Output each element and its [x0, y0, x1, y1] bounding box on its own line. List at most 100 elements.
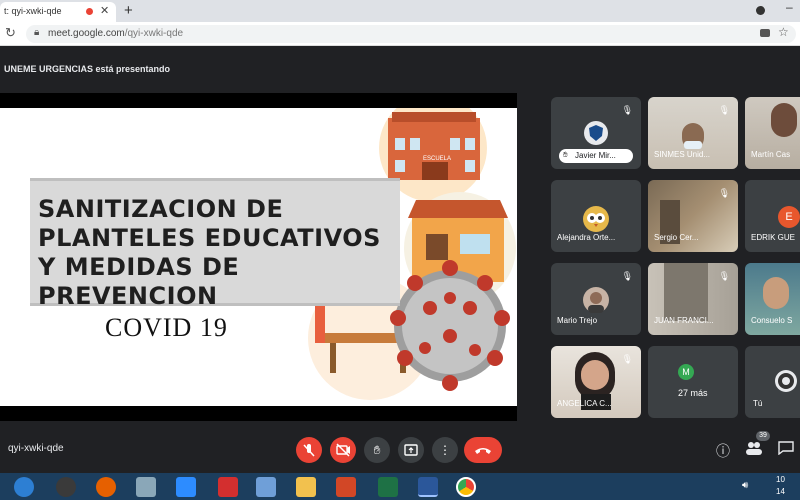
minimize-button[interactable]: – — [786, 0, 793, 14]
participant-name: Martín Cas — [751, 150, 791, 159]
slide-title-box: SANITIZACION DE PLANTELES EDUCATIVOS Y M… — [30, 178, 400, 310]
participant-name: Alejandra Orte... — [557, 233, 616, 242]
people-button[interactable] — [746, 441, 762, 458]
avatar: E — [778, 206, 800, 228]
meeting-details-button[interactable]: ⓘ — [716, 441, 730, 461]
logo-icon — [778, 373, 794, 389]
chat-button[interactable] — [778, 441, 794, 458]
self-tile[interactable]: Tú — [745, 346, 800, 418]
owl-icon — [587, 213, 605, 227]
mic-off-icon: 🎙︎ — [621, 271, 633, 281]
mic-off-icon: 🎙︎ — [718, 271, 730, 281]
participant-tile[interactable]: 🎙︎ JUAN FRANCI... — [648, 263, 738, 335]
url-host: meet.google.com — [48, 28, 125, 39]
participant-tile[interactable]: Martín Cas — [745, 97, 800, 169]
participant-figure — [771, 103, 797, 137]
browser-tab-bar: t: qyi-xwki-qde ✕ + – — [0, 0, 800, 22]
new-tab-button[interactable]: + — [124, 2, 133, 19]
camera-toggle-button[interactable] — [330, 437, 356, 463]
powerpoint-icon[interactable] — [336, 477, 356, 497]
slide-title: SANITIZACION DE PLANTELES EDUCATIVOS Y M… — [38, 195, 381, 310]
zoom-icon[interactable] — [176, 477, 196, 497]
slide-subtitle: COVID 19 — [105, 313, 228, 342]
chat-icon — [778, 441, 794, 456]
participant-name: Mario Trejo — [557, 316, 598, 325]
participant-tile[interactable]: E EDRIK GUE — [745, 180, 800, 252]
word-icon[interactable] — [418, 477, 438, 497]
participant-name: Consuelo S — [751, 316, 793, 325]
participant-figure — [763, 277, 789, 309]
present-button[interactable] — [398, 437, 424, 463]
files-icon[interactable] — [136, 477, 156, 497]
participant-tile[interactable]: 🎙︎ ✋︎ Javier Mir... — [551, 97, 641, 169]
lock-icon[interactable]: 🔒︎ — [34, 27, 39, 38]
more-count: 27 más — [678, 388, 708, 398]
avatar — [583, 287, 609, 313]
presenting-banner: UNEME URGENCIAS está presentando — [4, 64, 171, 74]
url-path: /qyi-xwki-qde — [124, 28, 184, 39]
mic-off-icon: 🎙︎ — [621, 354, 633, 364]
close-tab-icon[interactable]: ✕ — [100, 4, 109, 17]
background-door — [664, 263, 708, 321]
browser-tab[interactable]: t: qyi-xwki-qde ✕ — [0, 2, 116, 22]
leave-call-button[interactable] — [464, 437, 502, 463]
mic-off-icon — [303, 444, 315, 457]
participant-tile[interactable]: 🎙︎ ANGELICA C... — [551, 346, 641, 418]
presentation-area[interactable]: ESCUELA SANITIZACION DE PLANTELES EDUCAT… — [0, 93, 517, 421]
bookmark-star-icon[interactable]: ☆ — [778, 25, 789, 39]
mic-off-icon: 🎙︎ — [718, 105, 730, 115]
more-participants-tile[interactable]: M 27 más — [648, 346, 738, 418]
shield-icon — [589, 125, 603, 141]
raise-hand-button[interactable]: ✋︎ — [364, 437, 390, 463]
os-taskbar: 🔊︎ 10 14 — [0, 473, 800, 500]
omnibox[interactable]: 🔒︎ meet.google.com/qyi-xwki-qde ☆ — [26, 25, 796, 43]
more-options-button[interactable]: ⋮ — [432, 437, 458, 463]
paint-icon[interactable] — [256, 477, 276, 497]
meeting-code: qyi-xwki-qde — [8, 443, 64, 454]
mic-off-icon: 🎙︎ — [621, 105, 633, 115]
mic-off-icon: 🎙︎ — [718, 188, 730, 198]
download-app-icon[interactable] — [56, 477, 76, 497]
profile-icon[interactable] — [756, 6, 765, 15]
meet-header: UNEME URGENCIAS está presentando — [0, 46, 800, 92]
hang-up-icon — [475, 448, 491, 454]
volume-icon[interactable]: 🔊︎ — [742, 480, 748, 491]
participant-tile[interactable]: 🎙︎ Sergio Cer... — [648, 180, 738, 252]
hand-icon: ✋︎ — [373, 443, 381, 457]
slide: ESCUELA SANITIZACION DE PLANTELES EDUCAT… — [0, 108, 517, 406]
reload-icon[interactable]: ↻ — [5, 25, 16, 41]
participant-tile[interactable]: 🎙︎ Mario Trejo — [551, 263, 641, 335]
school-sign: ESCUELA — [423, 156, 451, 162]
participant-name: SINMES Unid... — [654, 150, 711, 159]
edge-icon[interactable] — [14, 477, 34, 497]
avatar — [583, 206, 609, 232]
avatar — [584, 121, 608, 145]
raised-hand-chip: ✋︎ Javier Mir... — [559, 149, 633, 163]
tab-title: t: qyi-xwki-qde — [4, 6, 62, 16]
pdf-reader-icon[interactable] — [218, 477, 238, 497]
participant-name: EDRIK GUE — [751, 233, 796, 242]
excel-icon[interactable] — [378, 477, 398, 497]
participant-tile[interactable]: 🎙︎ SINMES Unid... — [648, 97, 738, 169]
mic-toggle-button[interactable] — [296, 437, 322, 463]
address-bar: ↻ 🔒︎ meet.google.com/qyi-xwki-qde ☆ — [0, 22, 800, 46]
avatar — [775, 370, 797, 392]
camera-in-use-icon[interactable] — [760, 29, 770, 37]
participant-tile[interactable]: Alejandra Orte... — [551, 180, 641, 252]
file-explorer-icon[interactable] — [296, 477, 316, 497]
participant-name: JUAN FRANCI... — [654, 316, 714, 325]
participant-tile[interactable]: Consuelo S — [745, 263, 800, 335]
face-mask — [684, 141, 702, 149]
hand-icon: ✋︎ — [563, 150, 568, 159]
firefox-icon[interactable] — [96, 477, 116, 497]
participant-face — [581, 360, 609, 390]
chrome-icon[interactable] — [456, 477, 476, 497]
more-vert-icon: ⋮ — [439, 443, 451, 457]
url-text[interactable]: meet.google.com/qyi-xwki-qde — [48, 28, 183, 39]
participant-name: Javier Mir... — [575, 151, 616, 160]
participant-name: ANGELICA C... — [557, 399, 612, 408]
clock-date[interactable]: 14 — [776, 487, 785, 496]
present-screen-icon — [404, 444, 418, 456]
participant-name: Tú — [753, 399, 763, 408]
clock-time[interactable]: 10 — [776, 475, 785, 484]
